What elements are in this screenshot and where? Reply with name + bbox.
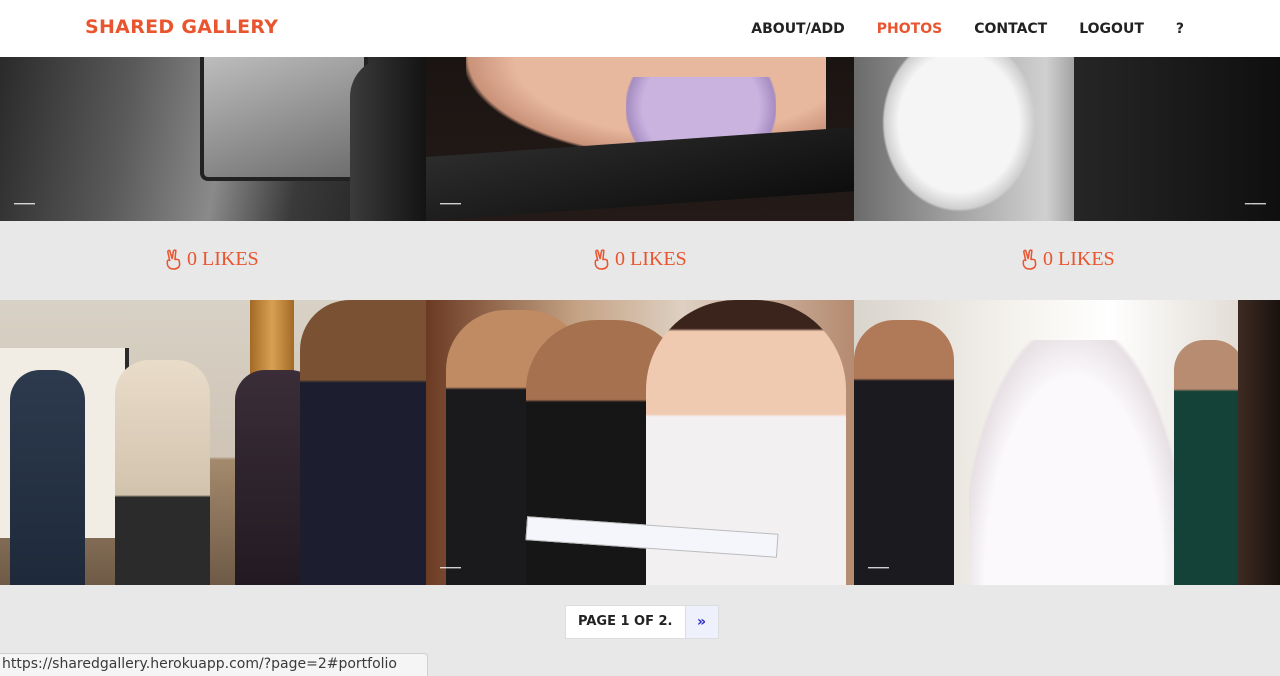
photo-detail xyxy=(300,300,426,585)
photo-detail xyxy=(1074,57,1280,221)
watermark: ▬▬▬▬▬▬▬ xyxy=(440,201,462,207)
watermark: ▬▬▬▬▬▬▬ xyxy=(868,565,890,571)
watermark: ▬▬▬▬▬▬▬ xyxy=(1244,201,1266,207)
nav-help[interactable]: ? xyxy=(1176,21,1184,37)
likes-row: 0 LIKES 0 LIKES 0 LIKES xyxy=(0,221,1280,300)
pagination: PAGE 1 OF 2. » xyxy=(565,605,719,639)
hand-peace-icon xyxy=(1022,249,1037,270)
status-bar-url: https://sharedgallery.herokuapp.com/?pag… xyxy=(0,653,429,676)
watermark: ▬▬▬▬▬▬▬ xyxy=(440,565,462,571)
next-page-button[interactable]: » xyxy=(685,605,719,639)
likes-count: 0 LIKES xyxy=(615,248,687,270)
hand-peace-icon xyxy=(594,249,609,270)
suit xyxy=(350,57,426,221)
navbar: SHARED GALLERY ABOUT/ADD PHOTOS CONTACT … xyxy=(0,0,1280,57)
like-button[interactable]: 0 LIKES xyxy=(1020,248,1115,271)
watermark: ▬▬▬▬▬▬▬ xyxy=(14,201,36,207)
likes-count: 0 LIKES xyxy=(1043,248,1115,270)
gallery-photo[interactable]: ▬▬▬▬▬▬▬ xyxy=(426,57,854,221)
page-indicator: PAGE 1 OF 2. xyxy=(565,605,686,639)
like-button[interactable]: 0 LIKES xyxy=(592,248,687,271)
nav-about-add[interactable]: ABOUT/ADD xyxy=(751,21,845,37)
photo-detail xyxy=(854,320,954,585)
brand-logo[interactable]: SHARED GALLERY xyxy=(85,16,278,38)
photo-detail xyxy=(115,360,210,585)
gallery-photo[interactable] xyxy=(0,300,426,585)
nav-contact[interactable]: CONTACT xyxy=(974,21,1047,37)
gallery-photo[interactable]: ▬▬▬▬▬▬▬ xyxy=(0,57,426,221)
like-button[interactable]: 0 LIKES xyxy=(164,248,259,271)
hand-peace-icon xyxy=(166,249,181,270)
main-nav: ABOUT/ADD PHOTOS CONTACT LOGOUT ? xyxy=(751,0,1184,57)
gallery-photo[interactable]: ▬▬▬▬▬▬▬ xyxy=(426,300,854,585)
car-window xyxy=(200,57,368,181)
photo-detail xyxy=(1174,340,1244,585)
gallery-photo[interactable]: ▬▬▬▬▬▬▬ xyxy=(854,300,1280,585)
nav-photos[interactable]: PHOTOS xyxy=(877,21,942,37)
photo-detail xyxy=(969,340,1179,585)
nav-logout[interactable]: LOGOUT xyxy=(1079,21,1144,37)
photo-detail xyxy=(874,57,1044,221)
photo-detail xyxy=(10,370,85,585)
likes-count: 0 LIKES xyxy=(187,248,259,270)
photo-detail xyxy=(1238,300,1280,585)
gallery-photo[interactable]: ▬▬▬▬▬▬▬ xyxy=(854,57,1280,221)
